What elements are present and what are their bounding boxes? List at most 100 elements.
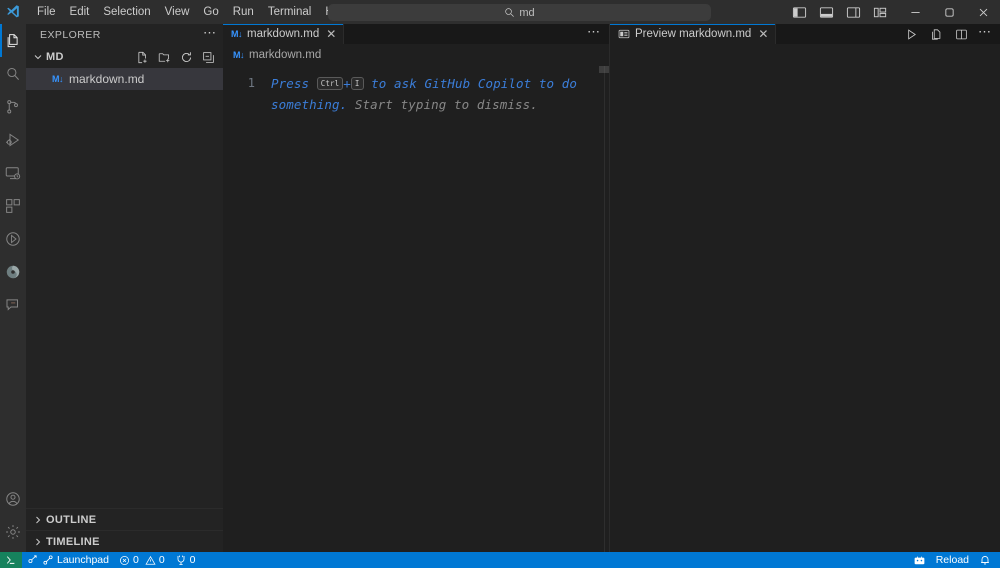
markdown-file-icon: M↓ <box>231 29 243 39</box>
keycap-ctrl: Ctrl <box>316 77 344 90</box>
tab-label: Preview markdown.md <box>635 28 752 40</box>
menu-view[interactable]: View <box>158 3 197 22</box>
sidebar-title-label: EXPLORER <box>40 29 101 41</box>
timeline-section-header[interactable]: TIMELINE <box>26 530 223 552</box>
open-preview-to-side-icon[interactable] <box>928 26 944 42</box>
menu-terminal[interactable]: Terminal <box>261 3 318 22</box>
customize-layout-icon[interactable] <box>872 4 888 20</box>
activity-bar-top <box>0 24 26 321</box>
launchpad-icon <box>28 555 37 564</box>
status-launchpad[interactable]: Launchpad <box>22 552 114 568</box>
status-problems[interactable]: 0 0 <box>114 552 170 568</box>
error-icon <box>119 555 129 565</box>
command-center-value: md <box>519 6 535 19</box>
vscode-logo-icon <box>0 0 26 24</box>
title-bar: File Edit Selection View Go Run Terminal… <box>0 0 1000 24</box>
files-icon <box>7 33 18 47</box>
run-icon[interactable] <box>903 26 919 42</box>
status-extension-reload[interactable] <box>908 552 931 568</box>
code-area: 1 Press Ctrl + I to ask GitHub Copilot to … <box>223 66 609 552</box>
list-item[interactable]: M↓ markdown.md <box>26 68 223 90</box>
chevron-right-icon <box>30 534 46 550</box>
remote-explorer-icon <box>5 166 21 179</box>
remote-icon <box>6 556 15 564</box>
preview-icon <box>618 28 630 40</box>
tab-markdown-md[interactable]: M↓ markdown.md ✕ <box>223 24 345 44</box>
notifications-bell-button[interactable] <box>974 552 996 568</box>
pull-request-icon <box>43 555 53 565</box>
warning-icon <box>145 555 156 565</box>
launchpad-label: Launchpad <box>57 554 109 566</box>
status-ports[interactable]: 0 <box>170 552 201 568</box>
editor-content[interactable]: 1 Press Ctrl + I to ask GitHub Copilot to … <box>223 66 609 552</box>
command-center[interactable]: md <box>328 4 711 21</box>
sidebar-item-remote-explorer[interactable] <box>0 156 26 189</box>
outline-section-header[interactable]: OUTLINE <box>26 508 223 530</box>
markdown-file-icon: M↓ <box>233 50 245 60</box>
sidebar-item-run-and-debug[interactable] <box>0 123 26 156</box>
bell-icon <box>981 556 989 565</box>
gear-icon <box>6 524 20 539</box>
menu-file[interactable]: File <box>30 3 63 22</box>
editor-more-actions-button[interactable]: ⋯ <box>587 25 601 40</box>
tab-preview-markdown-md[interactable]: Preview markdown.md ✕ <box>610 24 777 44</box>
editor-group-right: Preview markdown.md ✕ ⋯ <box>610 24 1000 552</box>
ports-count: 0 <box>189 554 196 566</box>
close-icon[interactable]: ✕ <box>758 28 768 40</box>
remote-host-indicator[interactable] <box>0 552 22 568</box>
status-reload-label[interactable]: Reload <box>931 552 974 568</box>
markdown-preview-content[interactable] <box>610 44 1000 552</box>
close-button[interactable] <box>966 0 1000 24</box>
menu-selection[interactable]: Selection <box>96 3 157 22</box>
sidebar-item-testing[interactable] <box>0 222 26 255</box>
close-icon[interactable]: ✕ <box>326 28 336 40</box>
search-icon <box>7 67 19 80</box>
menu-go[interactable]: Go <box>196 3 225 22</box>
activity-bar-bottom <box>0 482 26 552</box>
new-folder-icon[interactable] <box>156 49 172 65</box>
minimize-button[interactable] <box>898 0 932 24</box>
toggle-primary-sidebar-icon[interactable] <box>791 4 807 20</box>
breadcrumb-label: markdown.md <box>249 49 322 61</box>
sidebar-item-explorer[interactable] <box>0 24 26 57</box>
new-file-icon[interactable] <box>134 49 150 65</box>
tab-bar-left: M↓ markdown.md ✕ ⋯ <box>223 24 609 44</box>
refresh-icon[interactable] <box>178 49 194 65</box>
sidebar-title: EXPLORER ⋯ <box>26 24 223 46</box>
maximize-button[interactable] <box>932 0 966 24</box>
menu-edit[interactable]: Edit <box>63 3 97 22</box>
editor-scrollbar[interactable] <box>599 66 609 73</box>
folder-section-header[interactable]: MD <box>26 46 223 68</box>
warning-count: 0 <box>158 554 165 566</box>
sidebar-item-search[interactable] <box>0 57 26 90</box>
split-editor-icon[interactable] <box>953 26 969 42</box>
markdown-file-icon: M↓ <box>52 74 64 84</box>
error-count: 0 <box>132 554 139 566</box>
tab-bar-actions-left: ⋯ <box>587 24 609 44</box>
copilot-icon <box>6 265 20 278</box>
breadcrumb[interactable]: M↓ markdown.md <box>223 44 609 66</box>
sidebar-more-actions-button[interactable]: ⋯ <box>203 26 217 41</box>
editor-more-actions-button[interactable]: ⋯ <box>978 25 992 40</box>
extensions-icon <box>6 198 20 213</box>
manage-settings-button[interactable] <box>0 515 26 548</box>
sidebar-item-copilot[interactable] <box>0 255 26 288</box>
accounts-button[interactable] <box>0 482 26 515</box>
collapse-all-icon[interactable] <box>200 49 216 65</box>
sidebar-item-chat[interactable] <box>0 288 26 321</box>
sidebar-item-source-control[interactable] <box>0 90 26 123</box>
toggle-secondary-sidebar-icon[interactable] <box>845 4 861 20</box>
editor-vertical-ruler <box>604 66 605 552</box>
explorer-sidebar: EXPLORER ⋯ MD M↓ markdown.md OUTLINE TIM… <box>26 24 223 552</box>
ghost-text-dismiss-hint: Start typing to dismiss. <box>347 97 538 112</box>
toggle-panel-icon[interactable] <box>818 4 834 20</box>
vscode-window: File Edit Selection View Go Run Terminal… <box>0 0 1000 568</box>
account-icon <box>6 491 20 506</box>
sidebar-item-extensions[interactable] <box>0 189 26 222</box>
menu-run[interactable]: Run <box>226 3 261 22</box>
extension-icon <box>914 556 925 564</box>
sidebar-bottom-sections: OUTLINE TIMELINE <box>26 508 223 552</box>
line-number: 1 <box>247 76 255 90</box>
layout-controls <box>791 4 898 20</box>
